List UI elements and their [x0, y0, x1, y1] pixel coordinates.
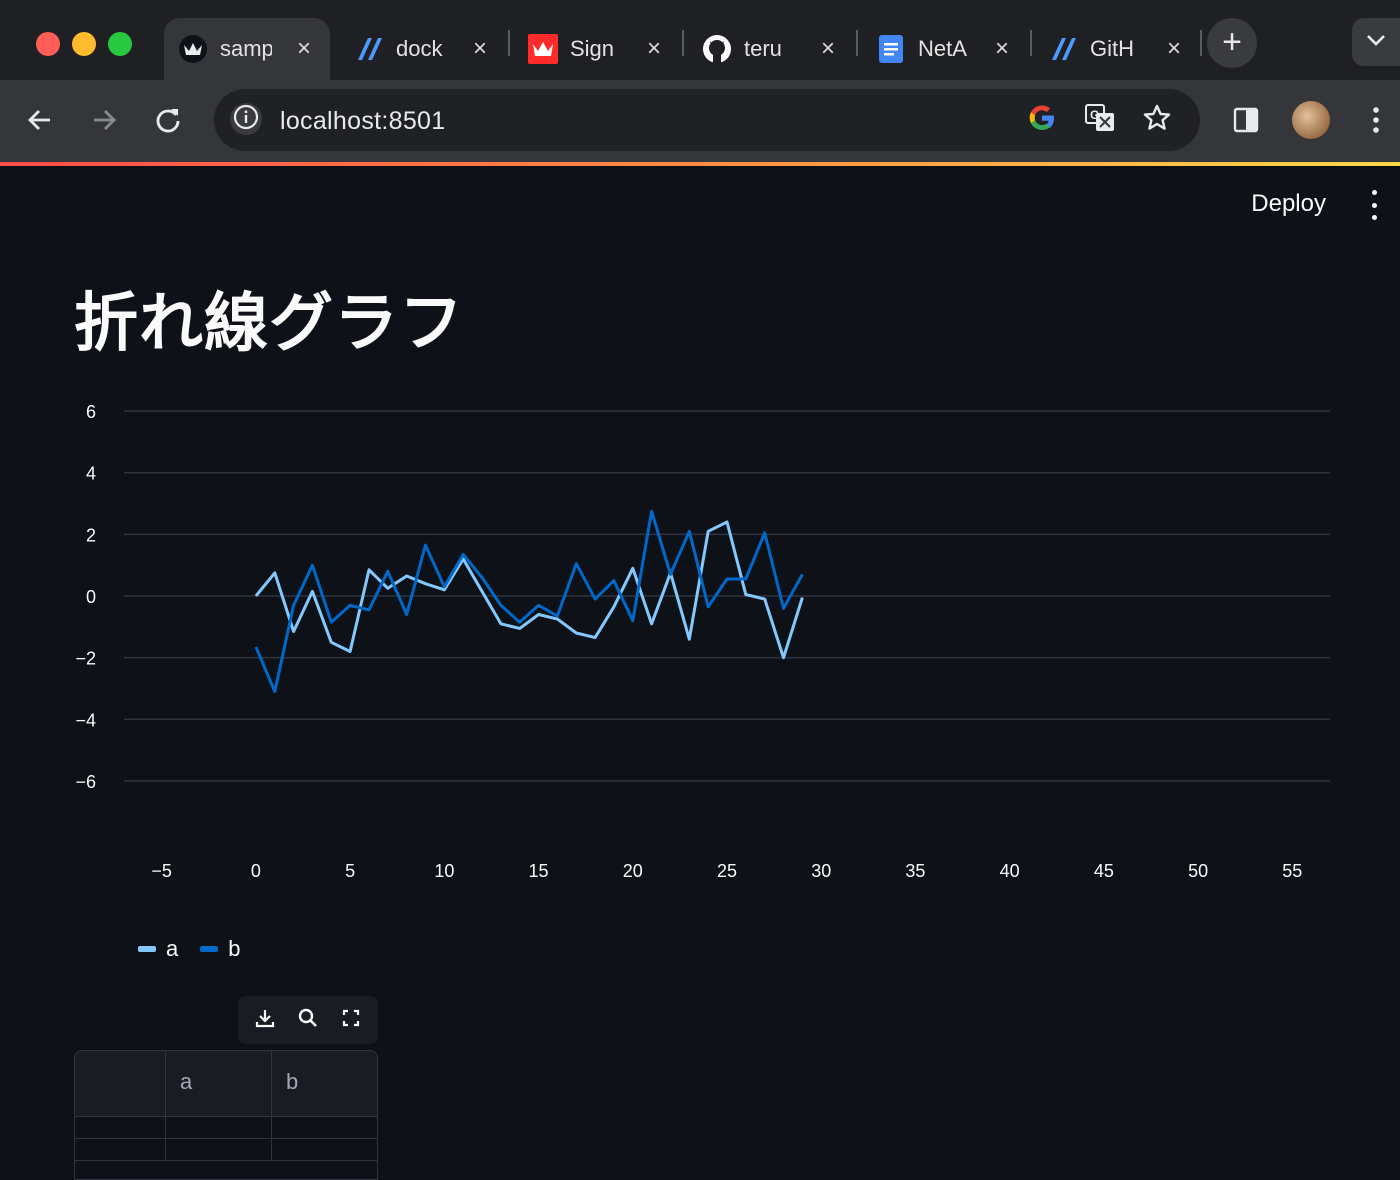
url-text: localhost:8501 — [280, 107, 446, 135]
column-header-index[interactable] — [75, 1051, 166, 1116]
close-window-button[interactable] — [36, 32, 60, 56]
dataframe[interactable]: a b — [74, 1050, 378, 1180]
more-vertical-icon — [1371, 105, 1381, 140]
new-tab-button[interactable]: + — [1207, 18, 1257, 68]
tab-samp[interactable]: samp × — [164, 18, 330, 80]
tab-title: Sign — [570, 36, 615, 61]
tab-separator — [682, 30, 684, 56]
search-button[interactable] — [293, 1005, 323, 1035]
google-lens-button[interactable] — [1026, 104, 1058, 136]
tab-title: NetA — [918, 36, 967, 61]
menu-dot — [1371, 202, 1377, 208]
reload-button[interactable] — [148, 102, 188, 142]
side-panel-icon — [1232, 106, 1260, 139]
browser-chrome: samp × dock × Sign × teru × NetA × GitH … — [0, 0, 1400, 166]
address-bar[interactable]: localhost:8501 G — [214, 89, 1200, 151]
tab-title: teru — [744, 36, 782, 61]
deploy-button[interactable]: Deploy — [1251, 190, 1326, 218]
minimize-window-button[interactable] — [72, 32, 96, 56]
fullscreen-button[interactable] — [336, 1005, 366, 1035]
table-cell[interactable] — [166, 1117, 272, 1138]
chart-legend[interactable]: a b — [138, 936, 263, 962]
legend-label-a: a — [166, 936, 179, 961]
fullscreen-icon — [340, 1007, 362, 1034]
tab-bar: samp × dock × Sign × teru × NetA × GitH … — [0, 0, 1400, 80]
star-icon — [1142, 103, 1172, 138]
arrow-left-icon — [26, 106, 54, 139]
tab-separator — [1030, 30, 1032, 56]
tab-close-icon[interactable]: × — [990, 35, 1014, 63]
side-panel-button[interactable] — [1226, 102, 1266, 142]
streamlit-crown-icon — [178, 34, 208, 64]
table-row[interactable] — [75, 1117, 377, 1139]
tab-title: dock — [396, 36, 443, 61]
table-cell[interactable] — [166, 1139, 272, 1160]
search-icon — [297, 1007, 319, 1034]
translate-icon: G — [1084, 102, 1116, 139]
table-cell[interactable] — [272, 1117, 377, 1138]
tab-dock[interactable]: dock × — [340, 18, 506, 80]
tab-close-icon[interactable]: × — [292, 35, 316, 63]
table-row[interactable] — [75, 1139, 377, 1161]
table-cell[interactable] — [272, 1139, 377, 1160]
download-button[interactable] — [250, 1005, 280, 1035]
translate-button[interactable]: G — [1084, 102, 1116, 139]
streamlit-slash-icon — [1048, 34, 1078, 64]
tab-close-icon[interactable]: × — [1162, 35, 1186, 63]
table-cell[interactable] — [75, 1117, 166, 1138]
streamlit-slash-icon — [354, 34, 384, 64]
google-g-icon — [1027, 103, 1057, 138]
table-cell[interactable] — [75, 1139, 166, 1160]
main-menu-button[interactable] — [1364, 190, 1384, 220]
site-info-button[interactable] — [230, 103, 262, 135]
column-header-b[interactable]: b — [272, 1051, 377, 1116]
tab-close-icon[interactable]: × — [468, 35, 492, 63]
legend-swatch-a — [138, 946, 156, 952]
menu-dot — [1371, 190, 1377, 195]
info-icon — [233, 104, 259, 135]
tab-close-icon[interactable]: × — [816, 35, 840, 63]
page-title: 折れ線グラフ — [74, 287, 464, 359]
forward-button[interactable] — [84, 102, 124, 142]
download-icon — [254, 1007, 276, 1034]
column-header-a[interactable]: a — [166, 1051, 272, 1116]
tab-gith[interactable]: GitH × — [1034, 18, 1200, 80]
tab-close-icon[interactable]: × — [642, 35, 666, 63]
dataframe-header: a b — [75, 1051, 377, 1117]
menu-dot — [1371, 215, 1377, 220]
legend-item-b[interactable]: b — [200, 936, 241, 962]
svg-text:G: G — [1090, 108, 1099, 122]
tab-separator — [508, 30, 510, 56]
github-icon — [702, 34, 732, 64]
profile-avatar[interactable] — [1292, 101, 1330, 139]
tab-sign[interactable]: Sign × — [514, 18, 680, 80]
back-button[interactable] — [20, 102, 60, 142]
arrow-right-icon — [90, 106, 118, 139]
tab-separator — [856, 30, 858, 56]
maximize-window-button[interactable] — [108, 32, 132, 56]
legend-item-a[interactable]: a — [138, 936, 178, 962]
tab-search-button[interactable] — [1352, 18, 1400, 66]
tab-neta[interactable]: NetA × — [862, 18, 1028, 80]
red-crown-icon — [528, 34, 558, 64]
browser-menu-button[interactable] — [1356, 102, 1396, 142]
google-docs-icon — [876, 34, 906, 64]
tab-teru[interactable]: teru × — [688, 18, 854, 80]
legend-label-b: b — [228, 936, 241, 961]
chevron-down-icon — [1366, 33, 1386, 52]
tab-title: GitH — [1090, 36, 1134, 61]
app-main: Deploy 折れ線グラフ a b a b — [0, 166, 1400, 1180]
tab-title: samp — [220, 36, 272, 61]
tab-separator — [1200, 30, 1202, 56]
browser-toolbar: localhost:8501 G — [0, 80, 1400, 162]
bookmark-button[interactable] — [1141, 104, 1173, 136]
legend-swatch-b — [200, 946, 219, 952]
dataframe-toolbar — [238, 996, 378, 1044]
reload-icon — [154, 106, 182, 139]
